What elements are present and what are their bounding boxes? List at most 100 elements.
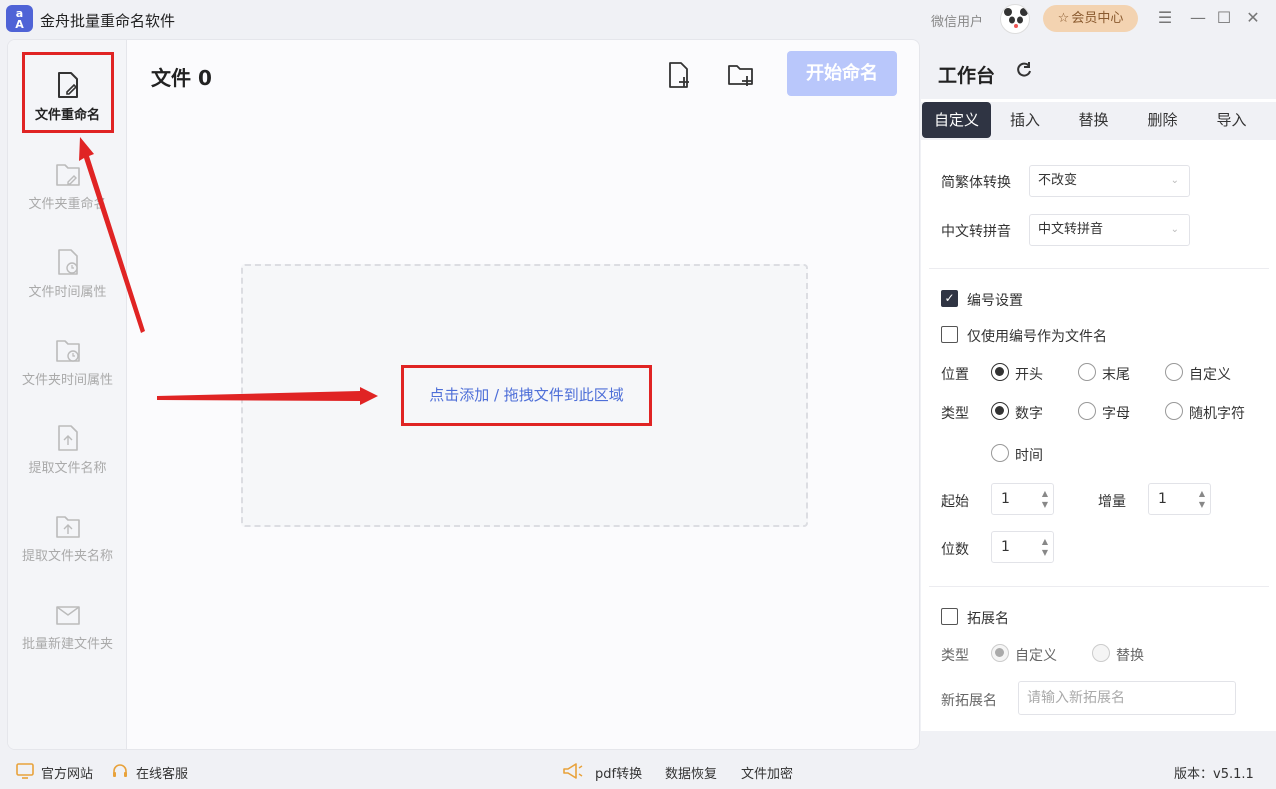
only-number-checkbox[interactable] — [941, 326, 958, 343]
divider — [929, 586, 1269, 587]
maximize-icon[interactable]: ☐ — [1214, 8, 1234, 28]
increment-stepper[interactable]: 1 ▲ ▼ — [1148, 483, 1211, 515]
sidebar-item-folder-rename[interactable]: 文件夹重命名 — [8, 159, 127, 239]
panda-avatar-icon — [1004, 8, 1028, 32]
stepper-arrows-icon[interactable]: ▲ ▼ — [1042, 536, 1048, 558]
avatar[interactable] — [1000, 4, 1030, 34]
tab-insert[interactable]: 插入 — [991, 102, 1059, 138]
workbench-panel: 工作台 自定义 插入 替换 删除 导入 简繁体转换 不改变 ⌄ 中文转拼音 中文… — [921, 39, 1276, 731]
type-random-radio[interactable] — [1165, 402, 1183, 420]
drop-zone-prompt[interactable]: 点击添加 / 拖拽文件到此区域 — [401, 365, 652, 426]
chevron-down-icon: ⌄ — [1170, 224, 1179, 235]
minimize-icon[interactable]: — — [1188, 8, 1208, 28]
file-count-title: 文件 0 — [151, 66, 212, 90]
ext-type-custom-radio[interactable] — [991, 644, 1009, 662]
sidebar-item-label: 提取文件夹名称 — [21, 549, 113, 564]
position-end-radio[interactable] — [1078, 363, 1096, 381]
type-random-label: 随机字符 — [1189, 406, 1245, 422]
sidebar-item-file-time[interactable]: 文件时间属性 — [8, 247, 127, 327]
menu-icon[interactable]: ☰ — [1155, 8, 1175, 28]
position-start-label: 开头 — [1015, 367, 1043, 383]
sidebar-item-label: 文件夹时间属性 — [21, 373, 113, 388]
app-logo: a A — [6, 5, 33, 32]
position-start-radio[interactable] — [991, 363, 1009, 381]
sidebar-item-label: 文件时间属性 — [28, 285, 107, 300]
close-icon[interactable]: ✕ — [1243, 8, 1263, 28]
ext-type-custom-label: 自定义 — [1015, 648, 1057, 664]
simplified-traditional-select[interactable]: 不改变 ⌄ — [1029, 165, 1190, 197]
sidebar-item-extract-folder-name[interactable]: 提取文件夹名称 — [8, 511, 127, 591]
position-label: 位置 — [941, 367, 969, 383]
crown-icon: ☆ — [1057, 11, 1070, 26]
increment-label: 增量 — [1098, 494, 1126, 510]
tab-delete[interactable]: 删除 — [1128, 102, 1197, 138]
stepper-arrows-icon[interactable]: ▲ ▼ — [1042, 488, 1048, 510]
add-file-icon[interactable] — [664, 60, 694, 90]
file-encrypt-link[interactable]: 文件加密 — [741, 763, 793, 782]
folder-upload-icon — [55, 516, 80, 538]
type-letter-label: 字母 — [1102, 406, 1130, 422]
chevron-down-icon: ⌄ — [1170, 175, 1179, 186]
headset-icon — [113, 764, 127, 777]
file-clock-icon — [57, 249, 78, 275]
refresh-icon[interactable] — [1014, 60, 1034, 80]
digits-label: 位数 — [941, 542, 969, 558]
sidebar-item-folder-time[interactable]: 文件夹时间属性 — [8, 335, 127, 415]
pinyin-label: 中文转拼音 — [941, 224, 1011, 240]
sidebar-item-label: 文件夹重命名 — [28, 197, 107, 212]
official-website-link[interactable]: 官方网站 — [41, 763, 93, 782]
online-service-link[interactable]: 在线客服 — [136, 763, 188, 782]
app-title: 金舟批量重命名软件 — [40, 12, 176, 30]
user-name[interactable]: 微信用户 — [931, 11, 983, 30]
add-folder-icon[interactable] — [726, 60, 756, 90]
start-rename-button[interactable]: 开始命名 — [787, 51, 897, 96]
title-bar: a A 金舟批量重命名软件 微信用户 ☆ 会员中心 ☰ — ☐ ✕ — [0, 0, 1276, 38]
stepper-arrows-icon[interactable]: ▲ ▼ — [1199, 488, 1205, 510]
vip-label: 会员中心 — [1071, 11, 1124, 26]
select-value: 不改变 — [1038, 173, 1078, 188]
workbench-title: 工作台 — [938, 65, 996, 87]
new-extension-input[interactable]: 请输入新拓展名 — [1018, 681, 1236, 715]
vip-center-button[interactable]: ☆ 会员中心 — [1043, 5, 1138, 32]
extension-checkbox[interactable] — [941, 608, 958, 625]
sidebar-item-extract-file-name[interactable]: 提取文件名称 — [8, 423, 127, 503]
position-custom-label: 自定义 — [1189, 367, 1231, 383]
stepper-value: 1 — [1158, 491, 1167, 507]
select-value: 中文转拼音 — [1038, 222, 1104, 237]
tab-replace[interactable]: 替换 — [1059, 102, 1128, 138]
sidebar-item-label: 提取文件名称 — [28, 461, 107, 476]
file-upload-icon — [57, 425, 78, 451]
megaphone-icon — [563, 763, 583, 779]
type-letter-radio[interactable] — [1078, 402, 1096, 420]
sidebar-item-label: 批量新建文件夹 — [21, 637, 113, 652]
extension-type-label: 类型 — [941, 648, 969, 664]
stepper-value: 1 — [1001, 539, 1010, 555]
simplified-traditional-label: 简繁体转换 — [941, 175, 1011, 191]
ext-type-replace-radio[interactable] — [1092, 644, 1110, 662]
type-time-radio[interactable] — [991, 444, 1009, 462]
tab-import[interactable]: 导入 — [1197, 102, 1266, 138]
numbering-checkbox[interactable]: ✓ — [941, 290, 958, 307]
pdf-convert-link[interactable]: pdf转换 — [595, 763, 642, 782]
start-stepper[interactable]: 1 ▲ ▼ — [991, 483, 1054, 515]
sidebar: 文件重命名 文件夹重命名 文件时间属性 文件夹时间属性 提取文件名称 提取文件夹… — [8, 40, 127, 749]
status-bar: 官方网站 在线客服 pdf转换 数据恢复 文件加密 版本：v5.1.1 — [0, 752, 1276, 789]
type-time-label: 时间 — [1015, 448, 1043, 464]
type-number-label: 数字 — [1015, 406, 1043, 422]
position-end-label: 末尾 — [1102, 367, 1130, 383]
folder-edit-icon — [55, 164, 80, 186]
data-recovery-link[interactable]: 数据恢复 — [665, 763, 717, 782]
workbench-header: 工作台 — [921, 39, 1276, 99]
extension-label: 拓展名 — [967, 611, 1009, 627]
sidebar-item-batch-new-folder[interactable]: 批量新建文件夹 — [8, 599, 127, 679]
tab-custom[interactable]: 自定义 — [922, 102, 991, 138]
position-custom-radio[interactable] — [1165, 363, 1183, 381]
stepper-value: 1 — [1001, 491, 1010, 507]
workbench-tabs: 自定义 插入 替换 删除 导入 — [921, 102, 1276, 140]
only-number-label: 仅使用编号作为文件名 — [967, 329, 1107, 345]
digits-stepper[interactable]: 1 ▲ ▼ — [991, 531, 1054, 563]
version-label: 版本：v5.1.1 — [1174, 767, 1254, 782]
pinyin-select[interactable]: 中文转拼音 ⌄ — [1029, 214, 1190, 246]
folder-new-icon — [55, 606, 80, 625]
type-number-radio[interactable] — [991, 402, 1009, 420]
